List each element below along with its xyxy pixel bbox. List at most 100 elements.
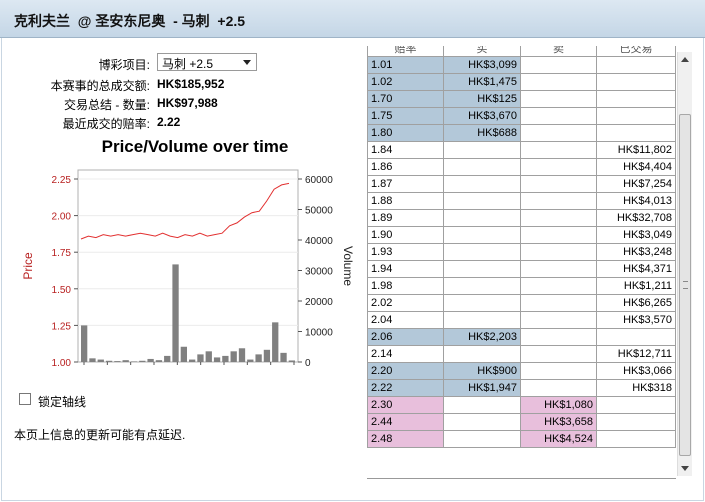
table-row: 1.93 HK$3,248 xyxy=(367,243,676,261)
left-tick-label: 1.50 xyxy=(52,285,72,296)
cell-back[interactable] xyxy=(443,396,521,414)
cell-back[interactable]: HK$125 xyxy=(443,90,521,108)
cell-lay[interactable] xyxy=(520,107,597,125)
cell-odds: 1.94 xyxy=(367,260,444,278)
cell-back[interactable] xyxy=(443,243,521,261)
cell-back[interactable] xyxy=(443,158,521,176)
price-volume-chart: 2.25 2.00 1.75 1.50 1.25 1.00 60000 50000 40000 3… xyxy=(21,169,355,369)
scrollbar-thumb[interactable] xyxy=(679,114,691,456)
delay-notice: 本页上信息的更新可能有点延迟. xyxy=(14,428,186,442)
cell-back[interactable]: HK$3,099 xyxy=(443,56,521,74)
volume-bar xyxy=(89,358,96,362)
table-row: 1.98 HK$1,211 xyxy=(367,277,676,295)
cell-matched xyxy=(596,430,676,448)
cell-back[interactable]: HK$2,203 xyxy=(443,328,521,346)
cell-lay[interactable] xyxy=(520,362,597,380)
scroll-up-icon[interactable] xyxy=(681,57,689,62)
volume-bar xyxy=(197,354,204,362)
chevron-down-icon xyxy=(243,60,251,65)
cell-lay[interactable] xyxy=(520,90,597,108)
cell-back[interactable] xyxy=(443,345,521,363)
cell-back[interactable] xyxy=(443,260,521,278)
cell-lay[interactable] xyxy=(520,175,597,193)
volume-bar xyxy=(114,361,121,362)
table-row: 2.48 HK$4,524 xyxy=(367,430,676,448)
bet-item-select[interactable]: 马刺 +2.5 xyxy=(157,53,257,71)
cell-back[interactable]: HK$1,475 xyxy=(443,73,521,91)
scroll-down-icon[interactable] xyxy=(681,466,689,471)
table-row: 2.02 HK$6,265 xyxy=(367,294,676,312)
cell-back[interactable] xyxy=(443,277,521,295)
cell-matched xyxy=(596,413,676,431)
cell-lay[interactable] xyxy=(520,209,597,227)
cell-matched xyxy=(596,396,676,414)
qty-value: HK$97,988 xyxy=(157,96,218,110)
cell-matched: HK$1,211 xyxy=(596,277,676,295)
cell-lay[interactable] xyxy=(520,328,597,346)
cell-matched: HK$4,404 xyxy=(596,158,676,176)
cell-back[interactable] xyxy=(443,141,521,159)
cell-matched xyxy=(596,56,676,74)
volume-bar xyxy=(222,355,229,362)
cell-lay[interactable]: HK$4,524 xyxy=(520,430,597,448)
volume-bar xyxy=(189,359,196,362)
lock-axis-label: 锁定轴线 xyxy=(38,395,87,409)
header-matched: 已交易 xyxy=(596,46,676,57)
title-bar: 克利夫兰 @ 圣安东尼奥 - 马刺 +2.5 xyxy=(0,0,705,38)
cell-matched: HK$3,049 xyxy=(596,226,676,244)
cell-back[interactable]: HK$3,670 xyxy=(443,107,521,125)
cell-back[interactable] xyxy=(443,413,521,431)
cell-matched: HK$6,265 xyxy=(596,294,676,312)
vertical-scrollbar[interactable] xyxy=(677,52,692,476)
right-tick-label: 10000 xyxy=(305,328,333,339)
cell-odds: 1.88 xyxy=(367,192,444,210)
cell-lay[interactable] xyxy=(520,277,597,295)
window-title: 克利夫兰 @ 圣安东尼奥 - 马刺 +2.5 xyxy=(14,13,246,29)
cell-lay[interactable] xyxy=(520,226,597,244)
volume-bar xyxy=(230,351,237,362)
table-row: 1.94 HK$4,371 xyxy=(367,260,676,278)
cell-lay[interactable] xyxy=(520,345,597,363)
total-value: HK$185,952 xyxy=(157,77,225,91)
chart-title: Price/Volume over time xyxy=(101,137,289,156)
cell-lay[interactable]: HK$3,658 xyxy=(520,413,597,431)
cell-lay[interactable] xyxy=(520,73,597,91)
cell-lay[interactable] xyxy=(520,56,597,74)
bet-item-selected: 马刺 +2.5 xyxy=(162,57,214,71)
cell-back[interactable]: HK$900 xyxy=(443,362,521,380)
cell-lay[interactable] xyxy=(520,311,597,329)
cell-lay[interactable] xyxy=(520,158,597,176)
cell-lay[interactable] xyxy=(520,294,597,312)
cell-odds: 1.80 xyxy=(367,124,444,142)
volume-bar xyxy=(263,349,271,362)
table-row: 1.86 HK$4,404 xyxy=(367,158,676,176)
cell-back[interactable] xyxy=(443,175,521,193)
right-tick-label: 20000 xyxy=(305,297,333,308)
cell-back[interactable] xyxy=(443,226,521,244)
table-row: 2.06 HK$2,203 xyxy=(367,328,676,346)
cell-back[interactable] xyxy=(443,294,521,312)
cell-back[interactable]: HK$1,947 xyxy=(443,379,521,397)
cell-lay[interactable] xyxy=(520,124,597,142)
volume-bar xyxy=(155,360,163,362)
cell-lay[interactable] xyxy=(520,192,597,210)
cell-lay[interactable] xyxy=(520,379,597,397)
cell-lay[interactable] xyxy=(520,141,597,159)
header-back: 买 xyxy=(443,46,521,57)
right-tick-label: 40000 xyxy=(305,236,333,247)
cell-lay[interactable]: HK$1,080 xyxy=(520,396,597,414)
cell-matched: HK$4,371 xyxy=(596,260,676,278)
cell-back[interactable] xyxy=(443,311,521,329)
cell-back[interactable] xyxy=(443,192,521,210)
table-row: 2.30 HK$1,080 xyxy=(367,396,676,414)
cell-lay[interactable] xyxy=(520,260,597,278)
lock-axis-checkbox[interactable] xyxy=(19,393,31,405)
cell-back[interactable] xyxy=(443,209,521,227)
cell-matched: HK$11,802 xyxy=(596,141,676,159)
cell-back[interactable] xyxy=(443,430,521,448)
cell-lay[interactable] xyxy=(520,243,597,261)
table-row: 1.88 HK$4,013 xyxy=(367,192,676,210)
cell-back[interactable]: HK$688 xyxy=(443,124,521,142)
cell-matched: HK$3,066 xyxy=(596,362,676,380)
left-tick-label: 1.00 xyxy=(52,358,72,369)
